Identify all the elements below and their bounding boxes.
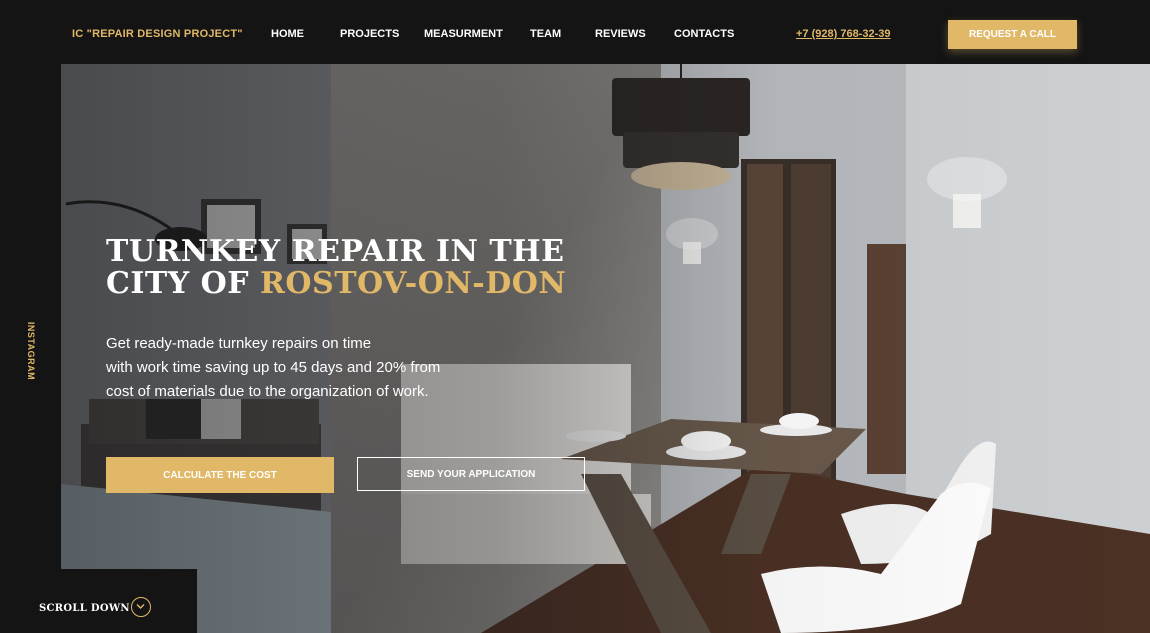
- scroll-down-button[interactable]: SCROLL DOWN: [0, 569, 197, 633]
- site-header: IC "REPAIR DESIGN PROJECT" HOME PROJECTS…: [0, 0, 1150, 64]
- hero-text-line: with work time saving up to 45 days and …: [106, 359, 441, 376]
- hero-title-accent: ROSTOV-ON-DON: [259, 266, 567, 301]
- nav-reviews[interactable]: REVIEWS: [595, 28, 646, 40]
- brand-logo[interactable]: IC "REPAIR DESIGN PROJECT": [72, 28, 243, 40]
- instagram-link[interactable]: INSTAGRAM: [24, 320, 38, 386]
- hero-title: TURNKEY REPAIR IN THE CITY OF ROSTOV-ON-…: [106, 236, 626, 300]
- calculate-cost-button[interactable]: CALCULATE THE COST: [106, 457, 334, 493]
- hero-title-line2-prefix: CITY OF: [106, 266, 260, 301]
- nav-projects[interactable]: PROJECTS: [340, 28, 399, 40]
- instagram-label: INSTAGRAM: [26, 321, 36, 381]
- hero-text-line: cost of materials due to the organizatio…: [106, 383, 429, 400]
- hero-title-line1: TURNKEY REPAIR IN THE: [106, 234, 565, 269]
- hero-section: TURNKEY REPAIR IN THE CITY OF ROSTOV-ON-…: [61, 64, 1150, 633]
- nav-home[interactable]: HOME: [271, 28, 304, 40]
- nav-contacts[interactable]: CONTACTS: [674, 28, 734, 40]
- request-call-button[interactable]: REQUEST A CALL: [948, 20, 1077, 49]
- hero-description: Get ready-made turnkey repairs on time w…: [106, 332, 486, 404]
- phone-link[interactable]: +7 (928) 768-32-39: [796, 28, 890, 40]
- hero-text-line: Get ready-made turnkey repairs on time: [106, 335, 372, 352]
- send-application-button[interactable]: SEND YOUR APPLICATION: [357, 457, 585, 491]
- scroll-down-label: SCROLL DOWN: [39, 603, 130, 614]
- chevron-down-icon: [131, 597, 151, 617]
- nav-measurment[interactable]: MEASURMENT: [424, 28, 503, 40]
- nav-team[interactable]: TEAM: [530, 28, 561, 40]
